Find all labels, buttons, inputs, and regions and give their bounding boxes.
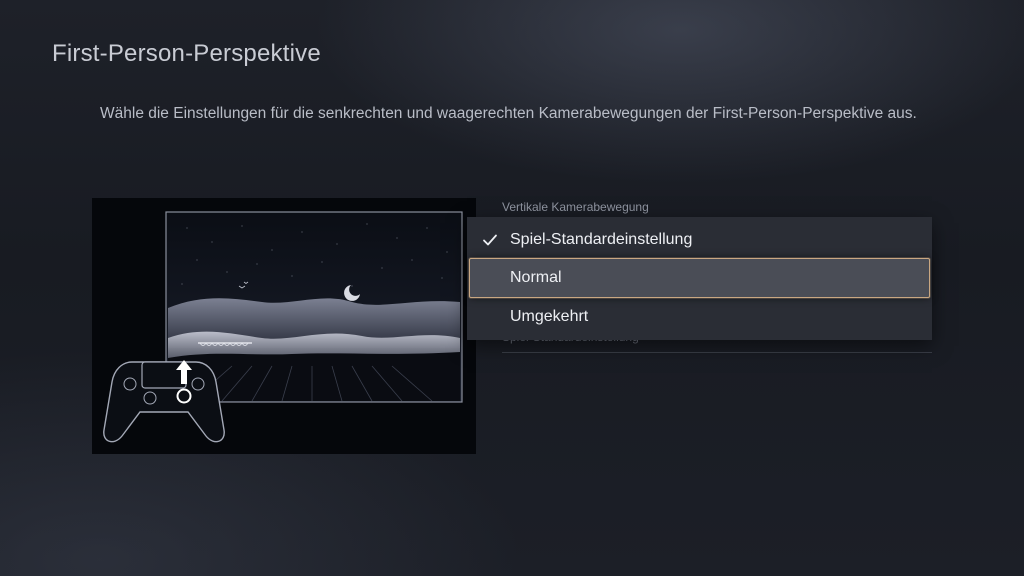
option-label: Normal xyxy=(510,269,562,286)
dualsense-controller-icon xyxy=(103,361,225,443)
page-title: First-Person-Perspektive xyxy=(52,40,321,67)
option-game-default[interactable]: Spiel-Standardeinstellung xyxy=(467,220,932,260)
option-label: Umgekehrt xyxy=(510,308,589,325)
option-normal[interactable]: Normal xyxy=(469,258,930,298)
vertical-camera-dropdown-menu: Spiel-Standardeinstellung Normal Umgekeh… xyxy=(467,217,932,340)
checkmark-icon xyxy=(483,234,497,246)
page-description: Wähle die Einstellungen für die senkrech… xyxy=(100,105,917,122)
camera-preview-illustration xyxy=(92,198,476,454)
option-label: Spiel-Standardeinstellung xyxy=(510,231,693,248)
option-inverted[interactable]: Umgekehrt xyxy=(467,297,932,337)
setting-label-vertical-camera: Vertikale Kamerabewegung xyxy=(502,200,649,214)
divider xyxy=(502,352,932,353)
